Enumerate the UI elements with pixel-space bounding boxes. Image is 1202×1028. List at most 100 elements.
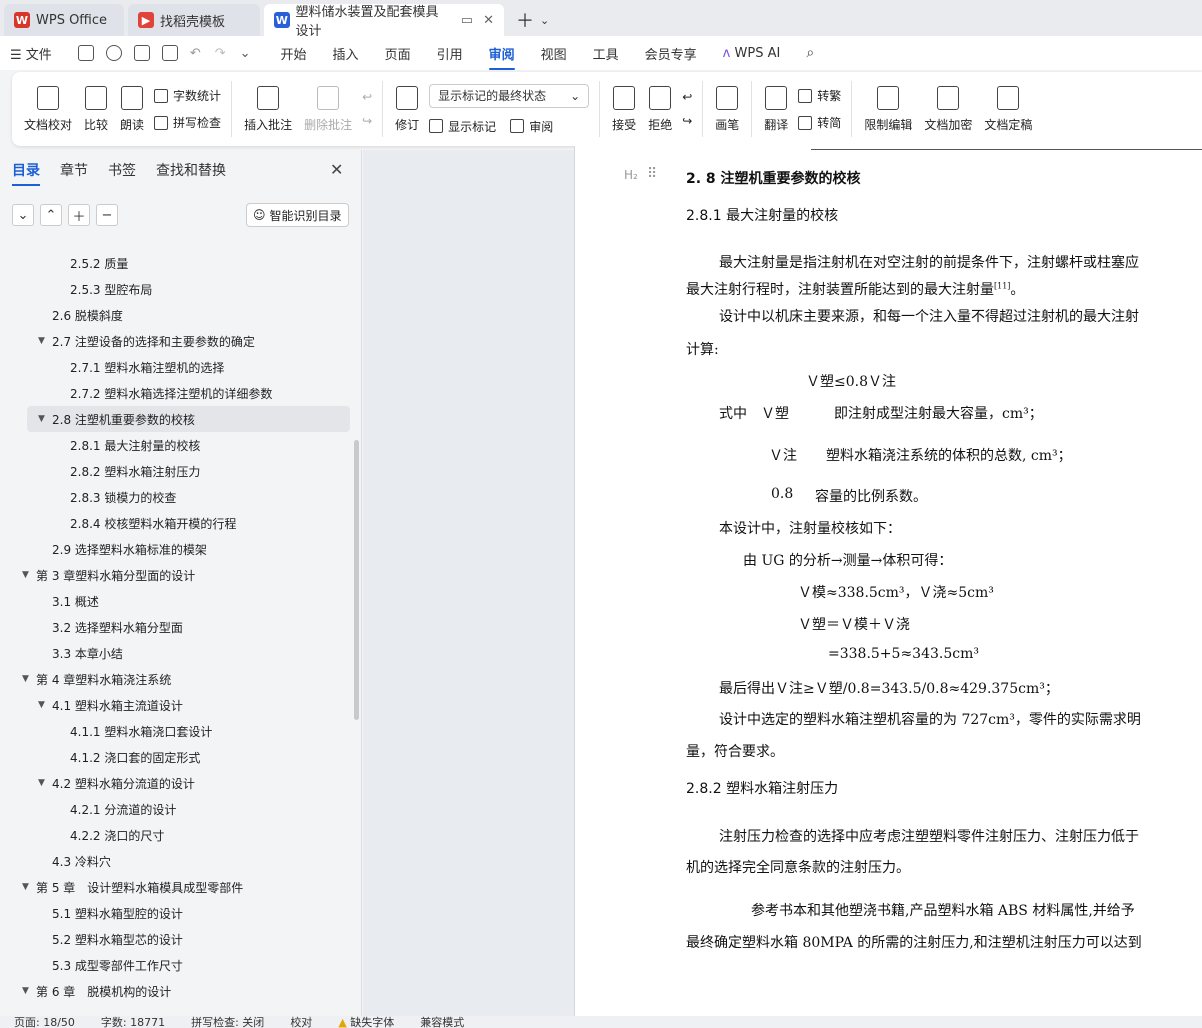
toc-item[interactable]: 2.6 脱模斜度 [0, 302, 352, 328]
show-markup-button[interactable]: 显示标记 [429, 118, 496, 135]
menu-tools[interactable]: 工具 [593, 44, 619, 63]
toc-item[interactable]: ▼ 第 3 章塑料水箱分型面的设计 [0, 562, 352, 588]
scrollbar-thumb[interactable] [354, 440, 359, 720]
undo-icon[interactable]: ↶ [190, 46, 201, 61]
toc-item[interactable]: 5.1 塑料水箱型腔的设计 [0, 900, 352, 926]
heading-level-mark[interactable]: H₂ [624, 168, 638, 182]
toc-item[interactable]: 4.2.2 浇口的尺寸 [0, 822, 352, 848]
tab-find-replace[interactable]: 查找和替换 [156, 160, 226, 180]
toc-item[interactable]: 2.7.1 塑料水箱注塑机的选择 [0, 354, 352, 380]
new-tab-button[interactable]: ＋ ⌄ [508, 4, 557, 36]
toc-item[interactable]: 4.3 冷料穴 [0, 848, 352, 874]
toc-item[interactable]: ▼ 2.8 注塑机重要参数的校核 [27, 406, 350, 432]
accept-button[interactable]: 接受 [606, 77, 642, 141]
to-traditional-button[interactable]: 转繁 [798, 87, 841, 104]
menu-file[interactable]: ☰ 文件 [10, 44, 52, 63]
expand-arrow-icon[interactable]: ▼ [22, 570, 36, 580]
status-page[interactable]: 页面: 18/50 [14, 1016, 75, 1028]
status-missing-font[interactable]: ▲ 缺失字体 [338, 1016, 394, 1028]
chevron-down-icon[interactable]: ⌄ [12, 204, 34, 226]
toc-item[interactable]: 2.8.1 最大注射量的校核 [0, 432, 352, 458]
toc-item[interactable]: ▼ 第 5 章 设计塑料水箱模具成型零部件 [0, 874, 352, 900]
toc-item[interactable]: 3.1 概述 [0, 588, 352, 614]
tab-toc[interactable]: 目录 [12, 160, 40, 186]
finalize-button[interactable]: 文档定稿 [978, 77, 1038, 141]
status-spell[interactable]: 拼写检查: 关闭 [191, 1016, 264, 1028]
minus-icon[interactable]: − [96, 204, 118, 226]
tab-docer-templates[interactable]: ▶ 找稻壳模板 [128, 4, 260, 36]
chevron-down-icon[interactable]: ⌄ [240, 46, 251, 61]
print-icon[interactable] [133, 45, 150, 61]
toc-item[interactable]: ▼ 2.7 注塑设备的选择和主要参数的确定 [0, 328, 352, 354]
status-proof[interactable]: 校对 [290, 1016, 312, 1028]
toc-item[interactable]: 3.3 本章小结 [0, 640, 352, 666]
toc-item[interactable]: 2.8.4 校核塑料水箱开模的行程 [0, 510, 352, 536]
expand-arrow-icon[interactable]: ▼ [38, 336, 52, 346]
save-icon[interactable] [77, 45, 94, 61]
toc-item[interactable]: ▼ 4.2 塑料水箱分流道的设计 [0, 770, 352, 796]
window-icon[interactable]: ▭ [461, 13, 473, 28]
toc-item[interactable]: ▼ 第 6 章 脱模机构的设计 [0, 978, 352, 1004]
menu-member[interactable]: 会员专享 [645, 44, 697, 63]
review-pane-button[interactable]: 审阅 [510, 118, 553, 135]
toc-item[interactable]: 3.2 选择塑料水箱分型面 [0, 614, 352, 640]
pen-button[interactable]: 画笔 [709, 77, 745, 141]
prev-change-icon[interactable]: ↩ [682, 90, 692, 104]
toc-item[interactable]: 2.8.3 锁模力的校查 [0, 484, 352, 510]
tab-bookmarks[interactable]: 书签 [108, 160, 136, 180]
toc-item[interactable]: 5.2 塑料水箱型芯的设计 [0, 926, 352, 952]
revise-button[interactable]: 修订 [389, 77, 425, 141]
search-icon[interactable]: ⌕ [806, 45, 814, 61]
spell-check-button[interactable]: 拼写检查 [154, 114, 221, 131]
chevron-down-icon[interactable]: ⌄ [540, 14, 549, 27]
expand-arrow-icon[interactable]: ▼ [38, 414, 52, 424]
word-count-button[interactable]: 字数统计 [154, 87, 221, 104]
menu-home[interactable]: 开始 [281, 44, 307, 63]
expand-arrow-icon[interactable]: ▼ [38, 700, 52, 710]
menu-page[interactable]: 页面 [385, 44, 411, 63]
reject-button[interactable]: 拒绝 [642, 77, 678, 141]
close-tab-icon[interactable]: ✕ [483, 13, 494, 28]
wps-ai-button[interactable]: ᴧ WPS AI [723, 46, 781, 61]
delete-comment-button[interactable]: 删除批注 [298, 77, 358, 141]
drag-handle-icon[interactable]: ⠿ [647, 166, 657, 182]
menu-review[interactable]: 审阅 [488, 44, 515, 70]
tab-document[interactable]: W 塑料储水装置及配套模具设计 ▭ ✕ [264, 4, 504, 39]
next-change-icon[interactable]: ↪ [682, 114, 692, 128]
compare-button[interactable]: 比较 [78, 77, 114, 141]
read-aloud-button[interactable]: 朗读 [114, 77, 150, 141]
toc-item[interactable]: ▼ 4.1 塑料水箱主流道设计 [0, 692, 352, 718]
proofread-button[interactable]: 文档校对 [18, 77, 78, 141]
expand-arrow-icon[interactable]: ▼ [38, 778, 52, 788]
redo-icon[interactable]: ↷ [215, 46, 226, 61]
menu-references[interactable]: 引用 [437, 44, 463, 63]
menu-insert[interactable]: 插入 [333, 44, 359, 63]
toc-item[interactable]: 2.5.2 质量 [0, 250, 352, 276]
tab-chapters[interactable]: 章节 [60, 160, 88, 180]
toc-item[interactable]: ▼ 第 4 章塑料水箱浇注系统 [0, 666, 352, 692]
expand-arrow-icon[interactable]: ▼ [22, 882, 36, 892]
toc-item[interactable]: 2.5.3 型腔布局 [0, 276, 352, 302]
restrict-edit-button[interactable]: 限制编辑 [858, 77, 918, 141]
translate-button[interactable]: 翻译 [758, 77, 794, 141]
tab-wps-office[interactable]: W WPS Office [4, 4, 124, 36]
toc-item[interactable]: 4.1.2 浇口套的固定形式 [0, 744, 352, 770]
plus-icon[interactable]: ＋ [68, 204, 90, 226]
export-icon[interactable] [105, 45, 122, 61]
print-preview-icon[interactable] [161, 45, 178, 61]
menu-view[interactable]: 视图 [541, 44, 567, 63]
next-comment-icon[interactable]: ↪ [362, 114, 372, 128]
status-words[interactable]: 字数: 18771 [101, 1016, 165, 1028]
close-icon[interactable]: ✕ [330, 160, 343, 179]
prev-comment-icon[interactable]: ↩ [362, 90, 372, 104]
toc-item[interactable]: 2.9 选择塑料水箱标准的模架 [0, 536, 352, 562]
expand-arrow-icon[interactable]: ▼ [22, 674, 36, 684]
toc-item[interactable]: 2.8.2 塑料水箱注射压力 [0, 458, 352, 484]
toc-item[interactable]: 2.7.2 塑料水箱选择注塑机的详细参数 [0, 380, 352, 406]
chevron-up-icon[interactable]: ⌃ [40, 204, 62, 226]
toc-item[interactable]: 4.2.1 分流道的设计 [0, 796, 352, 822]
to-simplified-button[interactable]: 转简 [798, 114, 841, 131]
toc-item[interactable]: 4.1.1 塑料水箱浇口套设计 [0, 718, 352, 744]
encrypt-button[interactable]: 文档加密 [918, 77, 978, 141]
expand-arrow-icon[interactable]: ▼ [22, 986, 36, 996]
